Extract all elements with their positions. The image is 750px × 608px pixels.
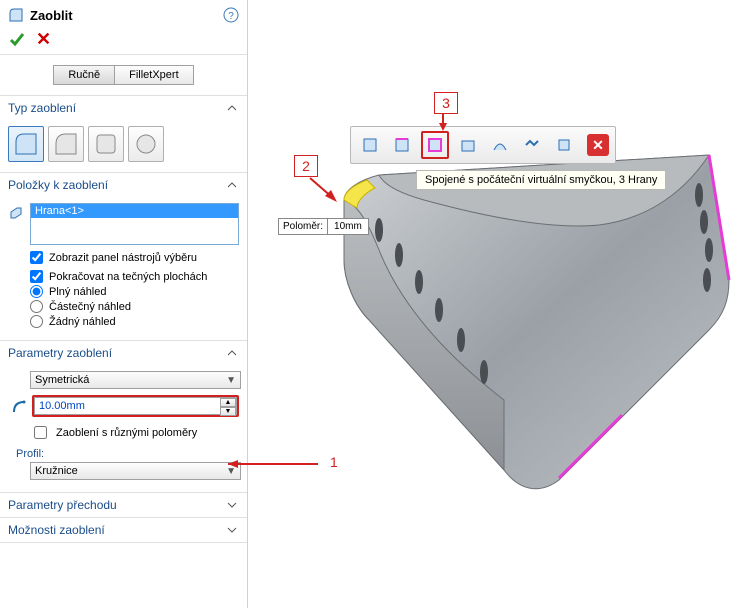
confirm-row: ✕ xyxy=(0,28,247,55)
section-type-header[interactable]: Typ zaoblení xyxy=(0,96,247,120)
radius-input[interactable] xyxy=(34,397,237,415)
model-render xyxy=(249,0,749,608)
section-params-header[interactable]: Parametry zaoblení xyxy=(0,341,247,365)
select-face-icon[interactable] xyxy=(455,132,481,158)
type-buttons-row xyxy=(8,126,239,162)
annotation-box-3: 3 xyxy=(434,92,458,114)
radio-partial-preview[interactable]: Částečný náhled xyxy=(30,300,239,313)
edge-selection-icon xyxy=(8,205,24,221)
type-variable-radius[interactable] xyxy=(48,126,84,162)
chk-multi-radius[interactable]: Zaoblení s různými poloměry xyxy=(30,423,239,442)
section-options-header[interactable]: Možnosti zaoblení xyxy=(0,518,247,542)
section-params: Parametry zaoblení Symetrická ▼ ▲ xyxy=(0,341,247,493)
feature-title: Zaoblit xyxy=(30,8,223,23)
chk-tangent-propagation-input[interactable] xyxy=(30,270,43,283)
chevron-down-icon: ▼ xyxy=(226,375,236,386)
radius-spin-up[interactable]: ▲ xyxy=(220,398,236,407)
radio-full-preview[interactable]: Plný náhled xyxy=(30,285,239,298)
chk-show-sel-toolbar[interactable]: Zobrazit panel nástrojů výběru xyxy=(30,251,239,264)
radio-no-preview-label: Žádný náhled xyxy=(49,316,116,328)
section-options-title: Možnosti zaoblení xyxy=(8,523,225,537)
annotation-box-2: 2 xyxy=(294,155,318,177)
section-params-title: Parametry zaoblení xyxy=(8,346,225,360)
radius-callout[interactable]: Poloměr: 10mm xyxy=(278,218,369,235)
profile-label: Profil: xyxy=(16,448,239,460)
radio-partial-preview-input[interactable] xyxy=(30,300,43,313)
section-items-header[interactable]: Položky k zaoblení xyxy=(0,173,247,197)
cancel-button[interactable]: ✕ xyxy=(36,32,51,46)
chevron-up-icon xyxy=(225,101,239,115)
chk-multi-radius-input[interactable] xyxy=(34,426,47,439)
radio-no-preview-input[interactable] xyxy=(30,315,43,328)
tab-row: Ručně FilletXpert xyxy=(0,55,247,96)
tab-filletxpert[interactable]: FilletXpert xyxy=(115,65,194,85)
section-type: Typ zaoblení xyxy=(0,96,247,173)
type-full-round[interactable] xyxy=(128,126,164,162)
ok-button[interactable] xyxy=(8,30,26,48)
graphics-viewport[interactable] xyxy=(249,0,750,608)
chk-tangent-propagation-label: Pokračovat na tečných plochách xyxy=(49,271,207,283)
section-transition-header[interactable]: Parametry přechodu xyxy=(0,493,247,517)
type-constant-radius[interactable] xyxy=(8,126,44,162)
radius-input-wrap: ▲ ▼ xyxy=(32,395,239,417)
chevron-up-icon xyxy=(225,178,239,192)
section-type-title: Typ zaoblení xyxy=(8,101,225,115)
chk-tangent-propagation[interactable]: Pokračovat na tečných plochách xyxy=(30,270,239,283)
radio-partial-preview-label: Částečný náhled xyxy=(49,301,131,313)
property-panel: Zaoblit ? ✕ Ručně FilletXpert Typ zaoble… xyxy=(0,0,248,608)
chk-show-sel-toolbar-input[interactable] xyxy=(30,251,43,264)
chevron-down-icon xyxy=(225,523,239,537)
section-options: Možnosti zaoblení xyxy=(0,518,247,543)
radio-full-preview-label: Plný náhled xyxy=(49,286,107,298)
radio-full-preview-input[interactable] xyxy=(30,285,43,298)
chevron-down-icon: ▼ xyxy=(226,466,236,477)
chk-multi-radius-label: Zaoblení s různými poloměry xyxy=(56,427,197,439)
radius-spin-down[interactable]: ▼ xyxy=(220,407,236,416)
section-items: Položky k zaoblení Hrana<1> Zobrazit pan… xyxy=(0,173,247,341)
radius-callout-label: Poloměr: xyxy=(279,219,328,234)
symmetry-select[interactable]: Symetrická ▼ xyxy=(30,371,241,389)
selection-list[interactable]: Hrana<1> xyxy=(30,203,239,245)
tab-manual[interactable]: Ručně xyxy=(53,65,115,85)
select-virtual-loop-icon[interactable] xyxy=(421,131,449,159)
profile-select-value: Kružnice xyxy=(35,465,78,477)
radius-icon xyxy=(12,398,28,414)
type-face-fillet[interactable] xyxy=(88,126,124,162)
select-chain-icon[interactable] xyxy=(519,132,545,158)
annotation-num-3: 3 xyxy=(442,95,450,111)
fillet-icon xyxy=(8,7,24,23)
radius-row: ▲ ▼ xyxy=(12,395,239,417)
section-items-title: Položky k zaoblení xyxy=(8,178,225,192)
svg-text:?: ? xyxy=(228,11,234,22)
section-transition-title: Parametry přechodu xyxy=(8,498,225,512)
annotation-num-1: 1 xyxy=(330,454,338,470)
chevron-up-icon xyxy=(225,346,239,360)
select-edge-icon[interactable] xyxy=(357,132,383,158)
radio-no-preview[interactable]: Žádný náhled xyxy=(30,315,239,328)
context-tooltip: Spojené s počáteční virtuální smyčkou, 3… xyxy=(416,170,666,190)
help-icon[interactable]: ? xyxy=(223,7,239,23)
select-body-icon[interactable] xyxy=(551,132,577,158)
selection-context-toolbar: ✕ xyxy=(350,126,616,164)
annotation-num-2: 2 xyxy=(302,158,310,174)
radius-spinner: ▲ ▼ xyxy=(220,398,236,414)
select-tangent-icon[interactable] xyxy=(487,132,513,158)
panel-header: Zaoblit ? xyxy=(0,0,247,28)
chevron-down-icon xyxy=(225,498,239,512)
select-edge-loop-icon[interactable] xyxy=(389,132,415,158)
close-icon[interactable]: ✕ xyxy=(587,134,609,156)
section-transition: Parametry přechodu xyxy=(0,493,247,518)
selection-row: Hrana<1> xyxy=(8,203,239,245)
chk-show-sel-toolbar-label: Zobrazit panel nástrojů výběru xyxy=(49,252,197,264)
profile-select[interactable]: Kružnice ▼ xyxy=(30,462,241,480)
radius-callout-value: 10mm xyxy=(328,219,368,234)
selection-item[interactable]: Hrana<1> xyxy=(31,204,238,218)
symmetry-select-value: Symetrická xyxy=(35,374,89,386)
